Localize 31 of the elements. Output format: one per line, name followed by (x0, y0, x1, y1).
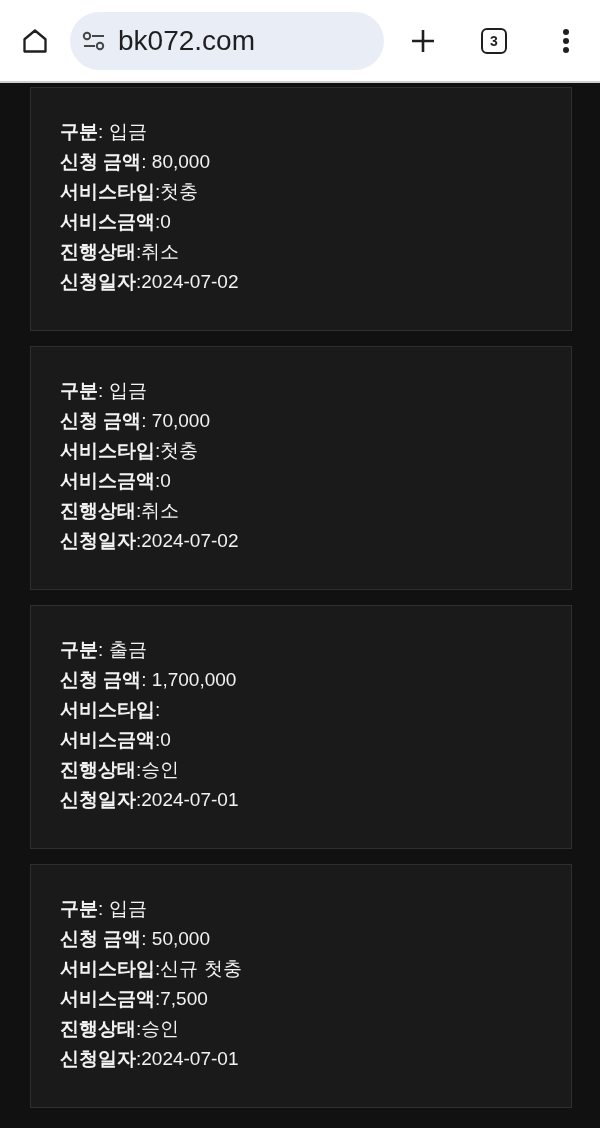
record-detail-line: 구분: 출금 (60, 638, 147, 662)
address-bar[interactable]: bk072.com (70, 11, 384, 70)
record-detail-line: 신청 금액: 70,000 (60, 409, 210, 433)
record-detail-line: 서비스금액:0 (60, 469, 171, 493)
record-detail-line: 서비스타입:첫충 (60, 439, 199, 463)
record-detail-line: 신청일자:2024-07-01 (60, 788, 239, 812)
tab-switcher-button[interactable]: 3 (481, 27, 507, 54)
record-detail-line: 서비스금액:0 (60, 210, 171, 234)
record-detail-line: 진행상태:승인 (60, 1017, 180, 1041)
url-text: bk072.com (118, 26, 255, 55)
record-detail-line: 신청일자:2024-07-02 (60, 270, 239, 294)
record-detail-line: 신청일자:2024-07-01 (60, 1047, 239, 1071)
record-detail-line: 구분: 입금 (60, 897, 147, 921)
record-detail-line: 서비스타입:첫충 (60, 180, 199, 204)
record-detail-line: 서비스타입:신규 첫충 (60, 957, 242, 981)
plus-icon[interactable] (411, 28, 435, 53)
record-detail-line: 신청 금액: 50,000 (60, 927, 210, 951)
record-detail-line: 서비스금액:7,500 (60, 987, 208, 1011)
record-detail-line: 구분: 입금 (60, 120, 147, 144)
record-detail-line: 서비스타입: (60, 698, 161, 722)
tune-icon[interactable] (82, 30, 106, 51)
home-icon[interactable] (21, 26, 49, 55)
record-detail-line: 신청일자:2024-07-02 (60, 529, 239, 553)
record-detail-line: 구분: 입금 (60, 379, 147, 403)
record-detail-line: 진행상태:승인 (60, 758, 180, 782)
record-detail-line: 신청 금액: 1,700,000 (60, 668, 237, 692)
menu-icon[interactable] (562, 27, 570, 54)
record-detail-line: 진행상태:취소 (60, 499, 180, 523)
record-detail-line: 서비스금액:0 (60, 728, 171, 752)
record-detail-line: 신청 금액: 80,000 (60, 150, 210, 174)
record-detail-line: 진행상태:취소 (60, 240, 180, 264)
